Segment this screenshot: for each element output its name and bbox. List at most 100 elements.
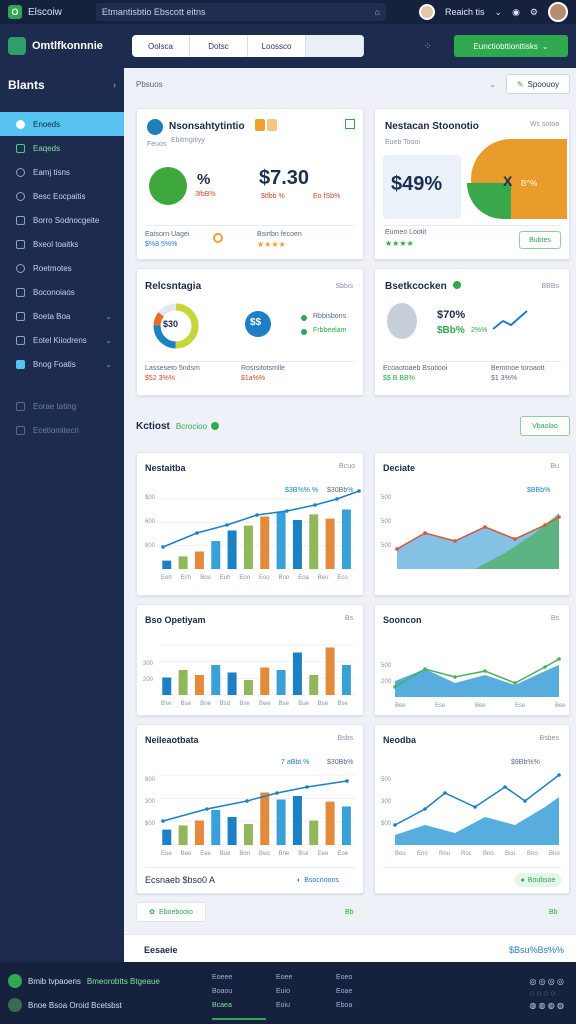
circle-icon (16, 167, 25, 177)
settings-icon[interactable]: ⚙ (530, 7, 538, 18)
tab-1[interactable]: Oolsca (132, 35, 190, 57)
card-foot-button[interactable]: ● Boubsoe (515, 873, 561, 887)
point (393, 823, 397, 827)
tick-label: Ech (181, 575, 191, 581)
sidebar-item[interactable]: Eamj tisns (0, 160, 124, 184)
share-icon[interactable]: ◍ (557, 1001, 564, 1010)
sidebar-item[interactable]: Besc Eocpaitis (0, 184, 124, 208)
bar (194, 820, 204, 845)
bar (309, 820, 319, 845)
filter-button[interactable]: ✎ Spoouoy (506, 74, 570, 94)
footer-link[interactable]: Eoeo (336, 974, 352, 988)
chat-icon[interactable]: ◌ (536, 989, 541, 998)
tab-4[interactable] (306, 35, 364, 57)
line-area-chart: $00 300 500 Bou Eno Rnu Roc Bno Bcu Bno Bno (381, 773, 561, 857)
sidebar-item[interactable]: Bxeol toaitks (0, 232, 124, 256)
search-input[interactable]: Etmantisbtio Ebscott eitns ⌂ (95, 3, 386, 21)
footer-link[interactable]: Eoeee (212, 974, 232, 988)
tick-label: Euh (220, 575, 231, 581)
help-icon[interactable]: ◌ (543, 989, 548, 998)
brand[interactable]: Omtlfkonnnie (8, 37, 132, 55)
status-icon (8, 998, 22, 1012)
point (483, 525, 487, 529)
footer-green-text[interactable]: Bmeorobtts Btgeaue (87, 977, 160, 986)
profile-avatar[interactable] (548, 2, 568, 22)
sidebar-item-label: Ecetiomitecn (33, 425, 79, 435)
bar (260, 516, 270, 569)
globe-icon[interactable]: ◎ (529, 977, 536, 986)
footer-link[interactable]: Eboa (336, 1002, 352, 1016)
sidebar-item[interactable]: Bnog Foatis ⌄ (0, 352, 124, 376)
bolt-icon (16, 143, 25, 153)
mail-icon[interactable]: ◎ (548, 977, 555, 986)
home-icon[interactable]: ◌ (529, 989, 534, 998)
divider (145, 225, 355, 226)
footer-link[interactable]: Eoee (276, 974, 292, 988)
footer-link[interactable]: Boaou (212, 988, 232, 1002)
tab-2[interactable]: Dotsc (190, 35, 248, 57)
kpi-value2: $Bb% (437, 325, 465, 336)
sidebar-item-label: Boconoiaos (33, 287, 75, 297)
section-chip[interactable]: Bcrocioo (176, 422, 207, 431)
footer-text: Bnoe Bsoa Oroid Bcetsbst (28, 1000, 122, 1010)
pill-button[interactable]: ✿ Eboebooto (136, 902, 206, 922)
bell-icon[interactable]: ◎ (539, 977, 546, 986)
primary-cta-button[interactable]: Eunctiobttionttisks ⌄ (454, 35, 568, 57)
sidebar-item-label: Besc Eocpaitis (33, 191, 86, 201)
divider (145, 361, 355, 362)
check-icon[interactable] (345, 119, 355, 129)
section-header: Kctiost Bcrocioo Vbaolao (136, 410, 570, 442)
sidebar-item[interactable]: Eotel Kiiodrens ⌄ (0, 328, 124, 352)
notification-icon[interactable]: ◉ (512, 7, 520, 18)
footer-link[interactable]: Eoae (336, 988, 352, 1002)
chart-card-e: Neileaotbata Bsbs 7 aBbt % $30Bb% Eoe Bee… (136, 724, 364, 894)
app-icon[interactable]: O (8, 5, 22, 19)
sidebar-item[interactable]: Boconoiaos (0, 280, 124, 304)
sidebar-item[interactable]: Borro Sodnocgeite (0, 208, 124, 232)
axis-tick: 500 (381, 495, 392, 501)
grid-icon[interactable]: ⁘ (424, 41, 432, 52)
tab-label: Oolsca (148, 41, 173, 51)
footer-link[interactable]: Eoiu (276, 1002, 292, 1016)
user-name[interactable]: Reaich tis (445, 7, 485, 17)
sidebar-item[interactable]: Roetmotes (0, 256, 124, 280)
foot-right: Bsirtbn fecoen (257, 231, 302, 238)
chevron-down-icon[interactable]: ⌄ (489, 80, 496, 89)
card-tag: BBBs (541, 283, 559, 290)
pill-tag[interactable]: Bb (340, 908, 359, 917)
link-icon[interactable]: ◍ (548, 1001, 555, 1010)
pill-tag[interactable]: Bb (544, 908, 563, 917)
card-button[interactable]: Bubtes (519, 231, 561, 249)
sidebar-item[interactable]: Boeta Boa ⌄ (0, 304, 124, 328)
sidebar-item[interactable]: Eaqeds (0, 136, 124, 160)
user-icon[interactable]: ◌ (550, 989, 555, 998)
sidebar-item[interactable]: Ecetiomitecn (0, 418, 124, 442)
document-icon (16, 215, 25, 225)
bar-line-chart: Eeh Ech Bou Euh Eoo Eoo Bno Eoa Beo Eco 800 600 $00 (145, 489, 361, 581)
section-button[interactable]: Vbaolao (520, 416, 570, 436)
sidebar-header[interactable]: Blants › (0, 68, 124, 102)
card-foot-text: Ecsnaeb $bso0 A (145, 875, 216, 885)
footer-link[interactable]: Bcaea (212, 1002, 232, 1016)
sidebar-item[interactable]: Enoeds (0, 112, 124, 136)
bar (194, 675, 204, 695)
chevron-down-icon[interactable]: ⌄ (495, 7, 503, 18)
footer-text: Bmib tvpaoens (28, 976, 81, 986)
sidebar-item[interactable]: Eorae tating (0, 394, 124, 418)
tick-label: Bno (527, 851, 538, 857)
tab-3[interactable]: Loossco (248, 35, 306, 57)
search-icon[interactable]: ⌂ (374, 7, 379, 17)
user-avatar[interactable] (419, 4, 435, 20)
card-foot-button[interactable]: ◐ Bsocnoons (297, 873, 355, 887)
tick-label: Roc (461, 851, 472, 857)
twitter-icon[interactable]: ◍ (539, 1001, 546, 1010)
gear-icon[interactable]: ◎ (557, 977, 564, 986)
foot-left2: $$ B.BB% (383, 375, 415, 382)
foot-right2: $1a%% (241, 375, 266, 382)
card-sub: Eueb Toooi (385, 139, 420, 146)
total-label: Eesaeie (144, 945, 178, 955)
filter-button-label: Spoouoy (527, 79, 560, 89)
donut-center: $30 (163, 319, 179, 329)
facebook-icon[interactable]: ◍ (529, 1001, 536, 1010)
footer-link[interactable]: Euio (276, 988, 292, 1002)
